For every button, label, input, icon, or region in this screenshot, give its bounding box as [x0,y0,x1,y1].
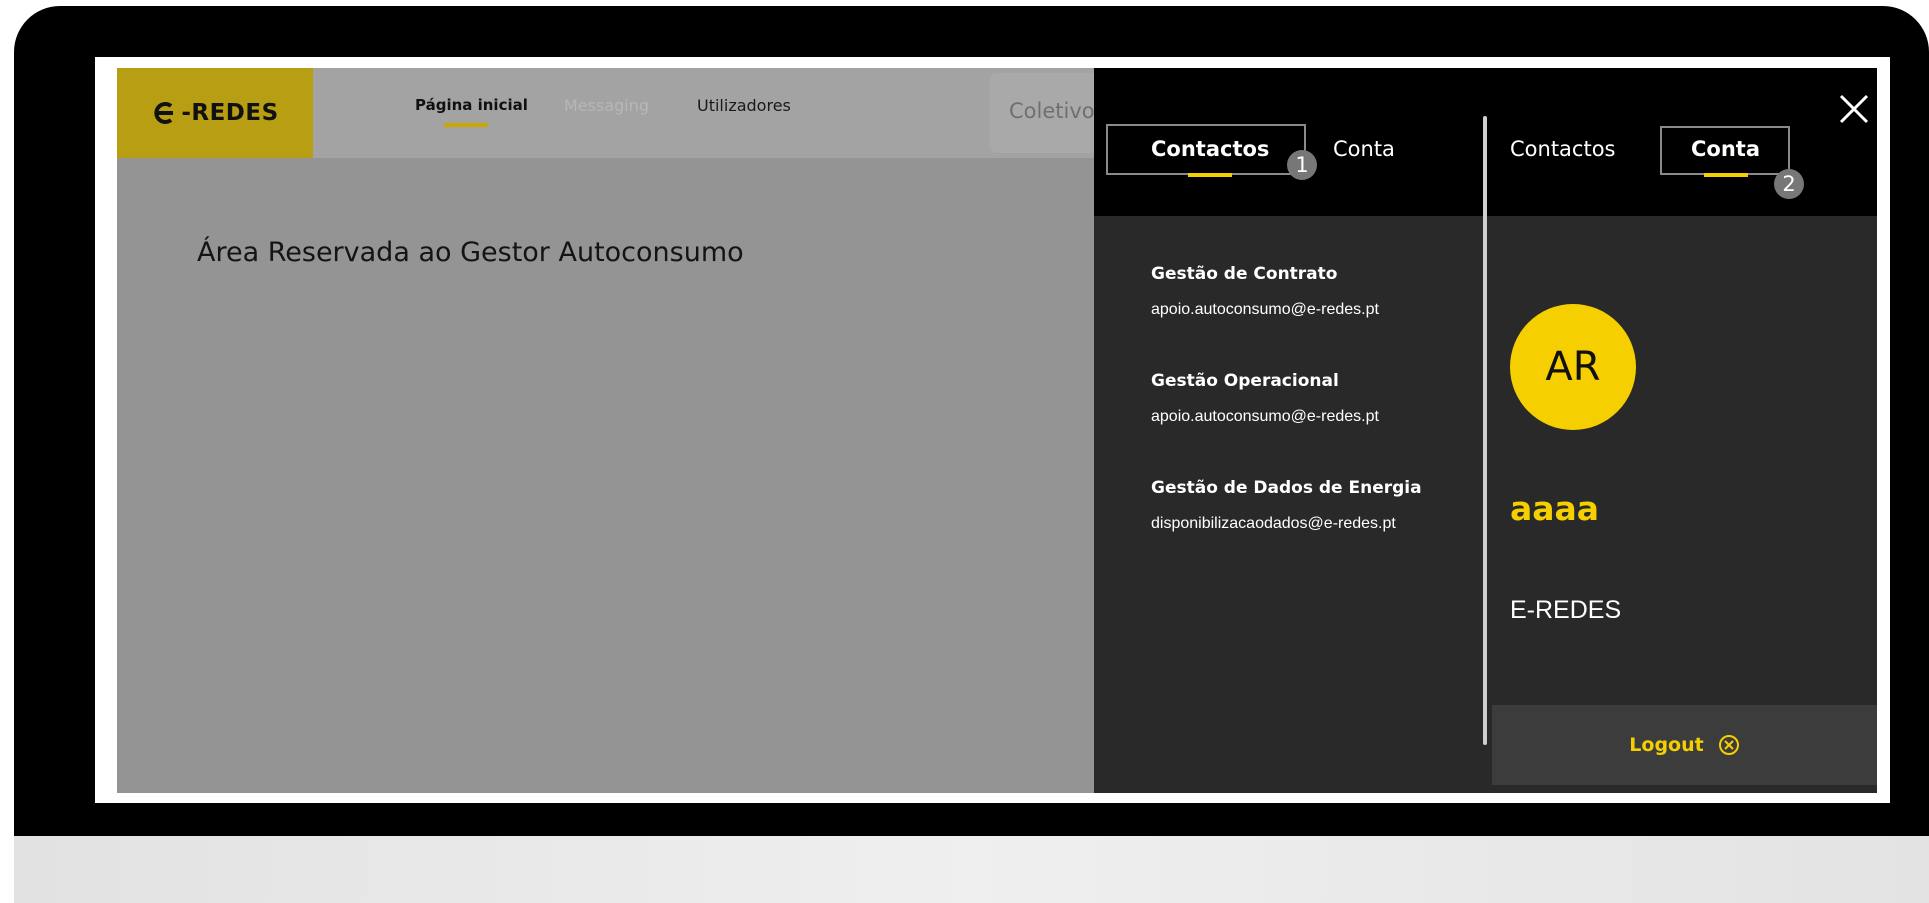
step-badge-2: 2 [1774,169,1804,199]
logout-button[interactable]: Logout [1492,705,1877,785]
contact-email[interactable]: apoio.autoconsumo@e-redes.pt [1151,408,1379,426]
brand-logo[interactable]: -REDES [117,68,313,158]
tab-account-secondary[interactable]: Conta [1691,137,1760,161]
search-field-value: Coletivo [1009,99,1095,123]
contact-email[interactable]: disponibilizacaodados@e-redes.pt [1151,515,1396,533]
tab-account[interactable]: Conta [1333,137,1395,161]
device-bezel: -REDES Página inicial Messaging Utilizad… [14,6,1929,836]
contact-email[interactable]: apoio.autoconsumo@e-redes.pt [1151,301,1379,319]
nav-home[interactable]: Página inicial [415,96,528,127]
brand-name: -REDES [181,100,279,126]
tab-contacts-secondary[interactable]: Contactos [1510,137,1616,161]
contact-title: Gestão Operacional [1151,371,1339,391]
logout-icon [1718,735,1739,755]
logout-label: Logout [1629,734,1704,756]
app-window: -REDES Página inicial Messaging Utilizad… [117,68,1877,793]
step-badge-1: 1 [1287,150,1317,180]
nav-messaging[interactable]: Messaging [564,96,649,115]
avatar: AR [1510,304,1636,430]
device-screen: -REDES Página inicial Messaging Utilizad… [95,57,1890,803]
nav-users[interactable]: Utilizadores [697,96,791,115]
user-name: aaaa [1510,489,1600,528]
user-drawer: Contactos Conta 1 Contactos Conta 2 Gest… [1094,68,1877,793]
tab-contacts[interactable]: Contactos [1151,137,1269,161]
page-title: Área Reservada ao Gestor Autoconsumo [197,237,744,268]
panel-divider[interactable] [1483,116,1487,745]
close-icon[interactable] [1839,94,1869,124]
organization-name: E-REDES [1510,596,1622,624]
contact-title: Gestão de Dados de Energia [1151,478,1422,498]
desk-surface [14,836,1929,903]
contact-title: Gestão de Contrato [1151,264,1338,284]
logo-icon [154,102,174,124]
